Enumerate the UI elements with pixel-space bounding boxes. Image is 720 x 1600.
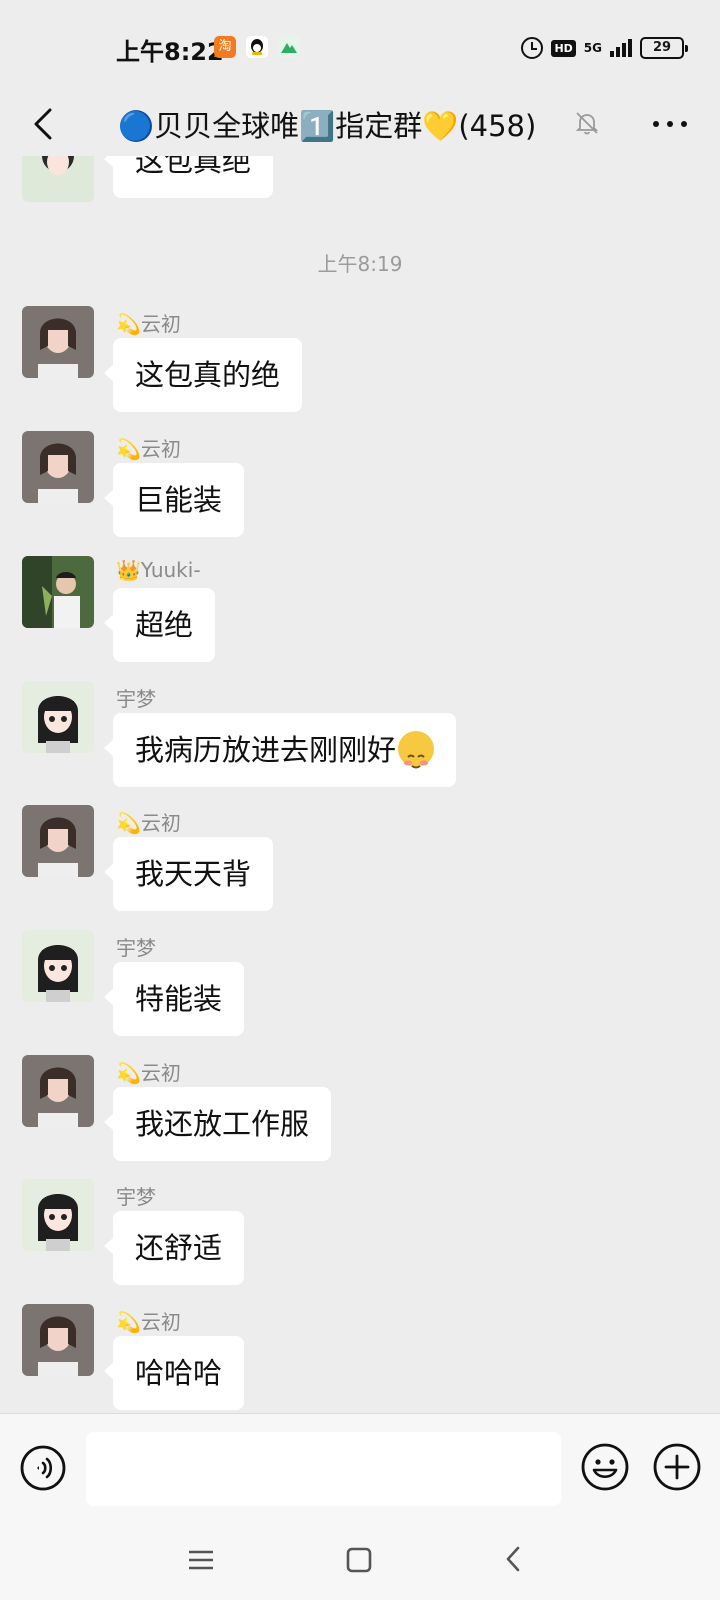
avatar[interactable]	[22, 156, 94, 202]
voice-icon	[20, 1445, 66, 1491]
square-icon	[346, 1547, 372, 1573]
sender-name: 👑Yuuki-	[116, 558, 201, 582]
message-text: 我病历放进去刚刚好	[135, 733, 397, 767]
smiley-icon	[581, 1443, 629, 1491]
sender-name: 宇梦	[116, 687, 156, 711]
taobao-app-icon: 淘	[214, 36, 236, 58]
sender-name: 💫云初	[116, 811, 181, 835]
signal-icon	[610, 39, 632, 57]
avatar[interactable]	[22, 930, 94, 1002]
recent-apps-button[interactable]	[186, 1545, 216, 1575]
alarm-icon	[521, 37, 544, 59]
home-button[interactable]	[344, 1545, 374, 1575]
system-back-button[interactable]	[500, 1543, 528, 1575]
menu-icon	[189, 1550, 213, 1570]
chevron-left-icon	[34, 108, 52, 140]
message-timestamp: 上午8:19	[317, 252, 403, 276]
chat-title: 🔵贝贝全球唯1️⃣指定群💛(458)	[118, 109, 537, 143]
chevron-left-icon	[506, 1546, 520, 1572]
avatar[interactable]	[22, 805, 94, 877]
message-bubble[interactable]: 巨能装	[103, 463, 245, 537]
message-bubble[interactable]: 我还放工作服	[103, 1087, 332, 1161]
mountain-app-icon	[278, 36, 300, 58]
input-bar	[0, 1413, 720, 1525]
avatar[interactable]	[22, 431, 94, 503]
qq-app-icon	[246, 36, 268, 58]
hd-icon: HD	[551, 39, 576, 57]
avatar[interactable]	[22, 681, 94, 753]
more-options-button[interactable]	[648, 108, 692, 140]
avatar[interactable]	[22, 1179, 94, 1251]
ellipsis-icon	[653, 121, 687, 127]
message-list[interactable]: 这包真绝 上午8:19 💫云初 这包真的绝 💫云初 巨能装 👑Yuuki- 超绝…	[0, 156, 720, 1413]
message-bubble[interactable]: 特能装	[103, 962, 245, 1036]
status-bar: 上午8:22 淘 HD 5G 29	[0, 0, 720, 92]
message-bubble[interactable]: 这包真的绝	[103, 338, 303, 412]
avatar[interactable]	[22, 1055, 94, 1127]
sender-name: 宇梦	[116, 936, 156, 960]
network-type: 5G	[583, 41, 602, 55]
message-bubble[interactable]: 我病历放进去刚刚好	[103, 713, 457, 787]
message-input[interactable]	[86, 1432, 561, 1506]
system-nav-bar	[0, 1525, 720, 1600]
mute-bell-icon	[574, 110, 600, 136]
sender-name: 宇梦	[116, 1185, 156, 1209]
back-button[interactable]	[26, 98, 70, 150]
smiling-face-icon	[398, 731, 435, 769]
emoji-button[interactable]	[580, 1442, 630, 1492]
status-time: 上午8:22	[116, 38, 224, 66]
message-bubble[interactable]: 我天天背	[103, 837, 274, 911]
more-features-button[interactable]	[652, 1442, 702, 1492]
avatar[interactable]	[22, 1304, 94, 1376]
message-bubble[interactable]: 超绝	[103, 588, 216, 662]
battery-icon: 29	[640, 37, 688, 59]
chat-header: 🔵贝贝全球唯1️⃣指定群💛(458)	[0, 92, 720, 156]
message-bubble[interactable]: 这包真绝	[103, 156, 274, 198]
avatar[interactable]	[22, 556, 94, 628]
sender-name: 💫云初	[116, 312, 181, 336]
sender-name: 💫云初	[116, 1061, 181, 1085]
message-bubble[interactable]: 还舒适	[103, 1211, 245, 1285]
status-indicators: HD 5G 29	[521, 32, 688, 64]
plus-icon	[653, 1443, 701, 1491]
message-bubble[interactable]: 哈哈哈	[103, 1336, 245, 1410]
sender-name: 💫云初	[116, 437, 181, 461]
avatar[interactable]	[22, 306, 94, 378]
voice-input-button[interactable]	[19, 1444, 67, 1492]
sender-name: 💫云初	[116, 1310, 181, 1334]
